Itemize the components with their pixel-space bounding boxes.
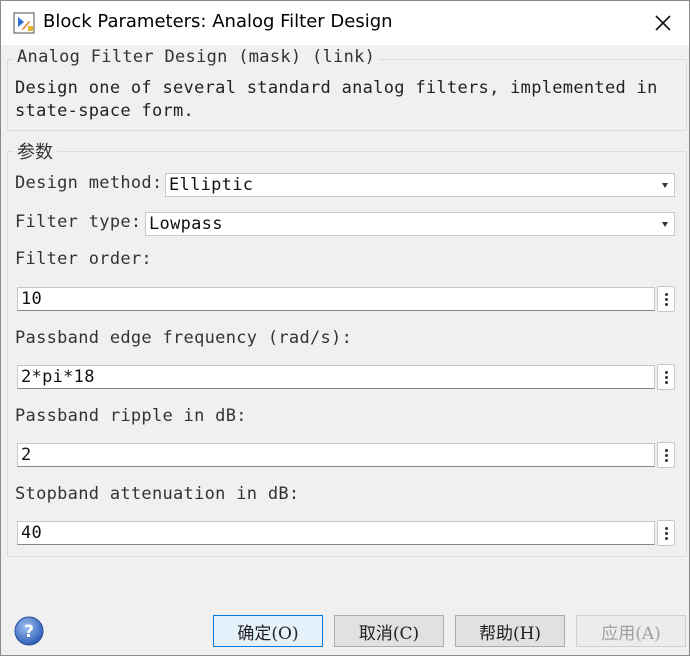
stopband-atten-value: 40 — [21, 523, 43, 543]
apply-button[interactable]: 应用(A) — [576, 615, 686, 647]
passband-ripple-input[interactable]: 2 — [17, 443, 655, 467]
more-dot-icon — [665, 298, 668, 301]
chevron-down-icon — [662, 222, 668, 227]
title-bar[interactable]: Block Parameters: Analog Filter Design — [1, 1, 689, 45]
passband-ripple-label: Passband ripple in dB: — [15, 406, 247, 426]
help-button[interactable]: 帮助(H) — [455, 615, 565, 647]
description-legend: Analog Filter Design (mask) (link) — [13, 47, 380, 67]
design-method-label: Design method: — [15, 173, 163, 193]
more-dot-icon — [665, 381, 668, 384]
close-button[interactable] — [645, 7, 681, 39]
cancel-button[interactable]: 取消(C) — [334, 615, 444, 647]
more-dot-icon — [665, 532, 668, 535]
ok-button[interactable]: 确定(O) — [213, 615, 323, 647]
filter-type-label: Filter type: — [15, 212, 142, 232]
more-dot-icon — [665, 303, 668, 306]
more-dot-icon — [665, 376, 668, 379]
more-dot-icon — [665, 371, 668, 374]
passband-edge-value: 2*pi*18 — [21, 367, 95, 387]
svg-text:?: ? — [24, 622, 34, 642]
filter-order-value: 10 — [21, 289, 43, 309]
more-dot-icon — [665, 449, 668, 452]
parameters-legend: 参数 — [13, 138, 57, 164]
help-icon[interactable]: ? — [13, 615, 45, 647]
more-dot-icon — [665, 459, 668, 462]
description-line-1: Design one of several standard analog fi… — [15, 78, 658, 98]
stopband-atten-more-button[interactable] — [657, 520, 675, 546]
close-icon — [655, 15, 671, 31]
passband-ripple-value: 2 — [21, 445, 32, 465]
passband-edge-more-button[interactable] — [657, 364, 675, 390]
more-dot-icon — [665, 537, 668, 540]
passband-edge-input[interactable]: 2*pi*18 — [17, 365, 655, 389]
filter-order-more-button[interactable] — [657, 286, 675, 312]
passband-ripple-more-button[interactable] — [657, 442, 675, 468]
dialog-window: Block Parameters: Analog Filter Design A… — [0, 0, 690, 656]
more-dot-icon — [665, 527, 668, 530]
filter-order-input[interactable]: 10 — [17, 287, 655, 311]
filter-type-dropdown[interactable]: Lowpass — [145, 212, 675, 236]
description-text: Design one of several standard analog fi… — [15, 77, 675, 123]
design-method-value: Elliptic — [169, 175, 254, 195]
simulink-block-icon — [13, 12, 35, 34]
filter-order-label: Filter order: — [15, 249, 152, 269]
stopband-atten-label: Stopband attenuation in dB: — [15, 484, 300, 504]
passband-edge-label: Passband edge frequency (rad/s): — [15, 328, 353, 348]
design-method-dropdown[interactable]: Elliptic — [165, 173, 675, 197]
stopband-atten-input[interactable]: 40 — [17, 521, 655, 545]
window-title: Block Parameters: Analog Filter Design — [43, 11, 393, 32]
filter-type-value: Lowpass — [149, 214, 223, 234]
chevron-down-icon — [662, 183, 668, 188]
description-line-2: state-space form. — [15, 101, 195, 121]
more-dot-icon — [665, 293, 668, 296]
more-dot-icon — [665, 454, 668, 457]
